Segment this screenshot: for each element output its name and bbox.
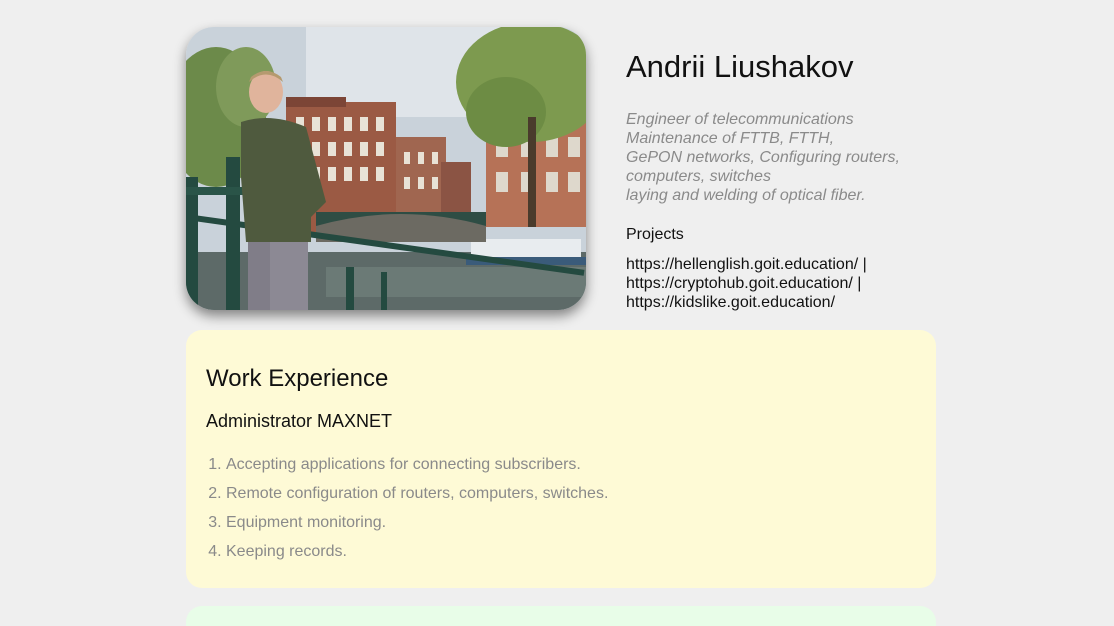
duty-item: Keeping records. xyxy=(226,537,916,566)
profile-name: Andrii Liushakov xyxy=(626,49,854,84)
profile-tagline: Engineer of telecommunications Maintenan… xyxy=(626,110,956,205)
projects-list: https://hellenglish.goit.education/ | ht… xyxy=(626,255,956,312)
duty-item: Equipment monitoring. xyxy=(226,508,916,537)
work-experience-title: Work Experience xyxy=(206,365,389,392)
tagline-line: computers, switches xyxy=(626,168,771,185)
job-position: Administrator MAXNET xyxy=(206,411,393,431)
work-experience-card: Work Experience Administrator MAXNET Acc… xyxy=(186,330,936,588)
project-link-cryptohub[interactable]: https://cryptohub.goit.education/ | xyxy=(626,274,956,293)
cv-page: Andrii Liushakov Engineer of telecommuni… xyxy=(0,0,1114,626)
project-link-kidslike[interactable]: https://kidslike.goit.education/ xyxy=(626,293,956,312)
duty-item: Remote configuration of routers, compute… xyxy=(226,479,916,508)
profile-photo-image xyxy=(186,27,586,310)
duties-list: Accepting applications for connecting su… xyxy=(206,450,916,566)
project-link-hellenglish[interactable]: https://hellenglish.goit.education/ | xyxy=(626,255,956,274)
duty-item: Accepting applications for connecting su… xyxy=(226,450,916,479)
profile-info: Andrii Liushakov Engineer of telecommuni… xyxy=(626,48,956,312)
tagline-line: Engineer of telecommunications xyxy=(626,111,854,128)
tagline-line: GePON networks, Configuring routers, xyxy=(626,149,900,166)
tagline-line: Maintenance of FTTB, FTTH, xyxy=(626,130,835,147)
next-section-card xyxy=(186,606,936,626)
tagline-line: laying and welding of optical fiber. xyxy=(626,187,866,204)
profile-photo xyxy=(186,27,586,310)
projects-heading: Projects xyxy=(626,226,684,243)
